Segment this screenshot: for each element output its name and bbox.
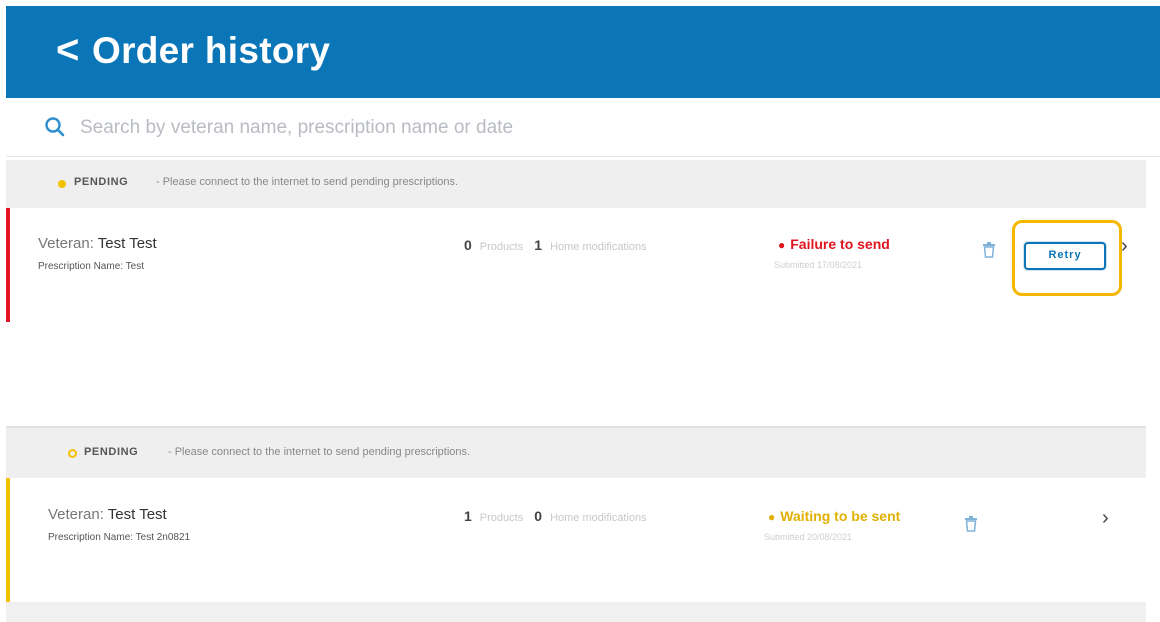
veteran-line: Veteran: Test Test [38, 235, 157, 252]
pending-label: PENDING [84, 446, 139, 458]
status-text: Waiting to be sent [780, 508, 901, 524]
prescription-name: Prescription Name: Test 2n0821 [48, 532, 191, 543]
products-label: Products [479, 512, 524, 524]
prescription-name: Prescription Name: Test [38, 261, 144, 272]
pending-banner: PENDING - Please connect to the internet… [6, 426, 1146, 478]
search-bar [6, 100, 1160, 157]
products-count: 1 [464, 508, 472, 524]
status-waiting: ● Waiting to be sent [768, 508, 900, 524]
search-icon [45, 117, 65, 137]
page-title: Order history [92, 30, 331, 71]
search-input[interactable] [78, 112, 982, 144]
pending-dot-icon [58, 180, 66, 188]
trash-icon[interactable] [964, 516, 978, 532]
chevron-right-icon[interactable]: › [1121, 236, 1128, 256]
pending-message: - Please connect to the internet to send… [156, 176, 459, 188]
order-section-waiting: PENDING - Please connect to the internet… [6, 426, 1146, 622]
pending-label: PENDING [74, 176, 129, 188]
modifications-count: 1 [534, 237, 543, 253]
pending-message: - Please connect to the internet to send… [168, 446, 471, 458]
order-row[interactable]: Veteran: Test Test Prescription Name: Te… [6, 208, 1146, 322]
status-stripe [6, 208, 10, 322]
order-counts: 1 Products 0 Home modifications [464, 508, 647, 524]
trash-icon[interactable] [982, 242, 996, 258]
products-count: 0 [464, 237, 472, 253]
submitted-date: Submitted 20/08/2021 [764, 532, 853, 542]
modifications-count: 0 [534, 508, 543, 524]
veteran-key: Veteran: [48, 506, 104, 523]
veteran-key: Veteran: [38, 235, 94, 252]
products-label: Products [479, 241, 524, 253]
chevron-right-icon[interactable]: › [1102, 508, 1109, 528]
chevron-left-icon[interactable]: < [56, 26, 79, 74]
order-row[interactable]: Veteran: Test Test Prescription Name: Te… [6, 478, 1146, 602]
modifications-label: Home modifications [550, 241, 647, 253]
status-dot-icon: ● [768, 510, 776, 524]
status-stripe [6, 478, 10, 602]
retry-button[interactable]: Retry [1024, 242, 1106, 270]
pending-banner: PENDING - Please connect to the internet… [6, 160, 1146, 208]
submitted-date: Submitted 17/08/2021 [774, 260, 863, 270]
order-counts: 0 Products 1 Home modifications [464, 237, 647, 253]
modifications-label: Home modifications [550, 512, 647, 524]
app-header: < Order history [6, 6, 1160, 98]
order-section-failed: PENDING - Please connect to the internet… [6, 160, 1146, 410]
veteran-name: Test Test [107, 506, 167, 523]
status-dot-icon: ● [778, 238, 786, 252]
status-text: Failure to send [790, 236, 890, 252]
veteran-line: Veteran: Test Test [48, 506, 167, 523]
veteran-name: Test Test [97, 235, 157, 252]
status-failure: ● Failure to send [778, 236, 890, 252]
pending-dot-icon [68, 449, 77, 458]
